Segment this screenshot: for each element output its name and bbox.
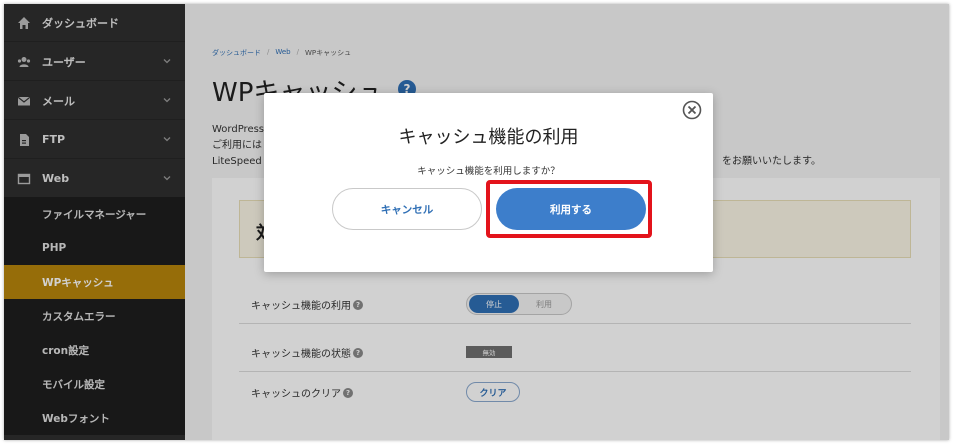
confirm-use-button[interactable]: 利用する xyxy=(496,188,646,230)
cancel-button[interactable]: キャンセル xyxy=(332,188,482,230)
confirm-dialog: キャッシュ機能の利用 キャッシュ機能を利用しますか？ キャンセル 利用する xyxy=(264,93,713,272)
dialog-title: キャッシュ機能の利用 xyxy=(398,127,579,148)
dialog-message: キャッシュ機能を利用しますか？ xyxy=(417,166,560,177)
close-icon[interactable] xyxy=(682,100,702,120)
app-window: ダッシュボード ユーザー メール FTP Web ファイルマネージャー PHP … xyxy=(4,4,949,440)
